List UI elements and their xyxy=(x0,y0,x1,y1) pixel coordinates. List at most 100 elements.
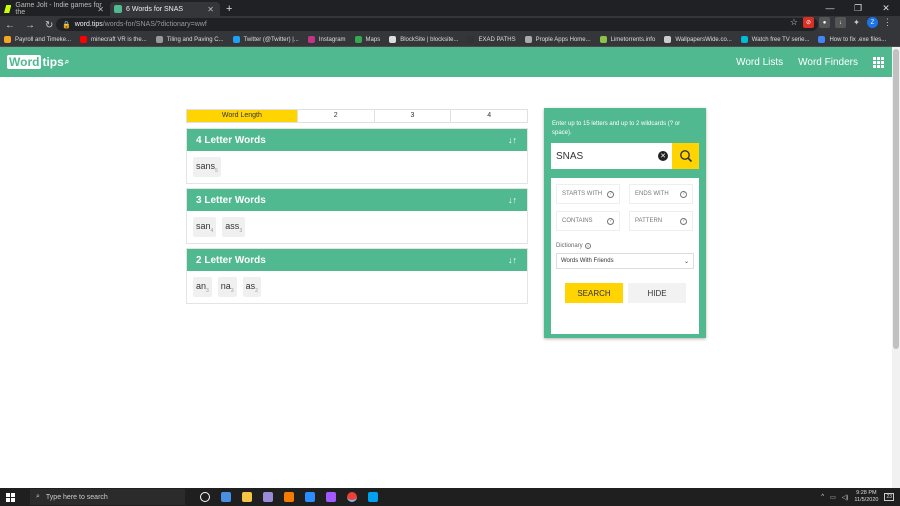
minimize-icon[interactable]: — xyxy=(816,0,844,16)
clear-icon[interactable]: ✕ xyxy=(658,151,668,161)
word-text: sans xyxy=(196,161,216,172)
bookmark-item[interactable]: Limetorrents.info xyxy=(599,36,655,43)
group-header[interactable]: 4 Letter Words ↓↑ xyxy=(187,129,527,151)
bookmark-item[interactable]: EXAD PATHS xyxy=(467,36,516,43)
bookmark-item[interactable]: BlockSite | blocksite... xyxy=(389,36,458,43)
dictionary-select[interactable]: Words With Friends ⌄ xyxy=(556,253,694,269)
length-option-2[interactable]: 2 xyxy=(296,110,374,122)
volume-icon[interactable]: ◁) xyxy=(842,494,849,501)
bookmark-item[interactable]: Payroll and Timeke... xyxy=(4,36,71,43)
taskbar-search[interactable]: ⌕ Type here to search xyxy=(30,489,185,505)
file-explorer-icon[interactable] xyxy=(242,492,252,502)
help-icon[interactable]: ? xyxy=(607,190,614,198)
help-icon[interactable]: ? xyxy=(680,217,687,225)
sort-icon[interactable]: ↓↑ xyxy=(508,135,517,145)
bookmark-label: BlockSite | blocksite... xyxy=(400,36,459,43)
puzzle-extensions-icon[interactable]: ✦ xyxy=(851,17,862,28)
sort-icon[interactable]: ↓↑ xyxy=(508,255,517,265)
close-tab-icon[interactable]: ✕ xyxy=(97,5,104,14)
zoom-icon[interactable] xyxy=(305,492,315,502)
vlc-icon[interactable] xyxy=(284,492,294,502)
starts-with-field[interactable]: STARTS WITH? xyxy=(556,184,620,204)
bookmark-item[interactable]: WallpapersWide.co... xyxy=(664,36,732,43)
bookmark-favicon-icon xyxy=(467,36,475,43)
forward-icon[interactable]: → xyxy=(25,20,35,31)
pattern-field[interactable]: PATTERN? xyxy=(629,211,693,231)
word-score: 5 xyxy=(215,167,218,174)
bookmark-item[interactable]: minecraft VR is the... xyxy=(80,36,147,43)
mic-extension-icon[interactable]: ● xyxy=(819,17,830,28)
advanced-filters: STARTS WITH? ENDS WITH? CONTAINS? PATTER… xyxy=(551,178,699,334)
scrollbar-thumb[interactable] xyxy=(893,49,899,349)
notifications-icon[interactable]: 23 xyxy=(884,493,894,501)
word-chip[interactable]: as2 xyxy=(242,277,261,297)
close-tab-icon[interactable]: ✕ xyxy=(207,5,214,14)
length-option-4[interactable]: 4 xyxy=(450,110,527,122)
tab-word-tips[interactable]: 6 Words for SNAS ✕ xyxy=(110,2,220,16)
back-icon[interactable]: ← xyxy=(5,20,15,31)
search-button[interactable]: SEARCH xyxy=(565,283,623,303)
app-icon[interactable] xyxy=(263,492,273,502)
logo-word: Word xyxy=(7,55,42,69)
sort-icon[interactable]: ↓↑ xyxy=(508,195,517,205)
group-header[interactable]: 2 Letter Words ↓↑ xyxy=(187,249,527,271)
bookmark-item[interactable]: Instagram xyxy=(307,36,346,43)
bookmark-item[interactable]: Twitter (@Twitter) |... xyxy=(232,36,299,43)
profile-avatar[interactable]: Z xyxy=(867,17,878,28)
bookmark-item[interactable]: Tiling and Paving C... xyxy=(155,36,224,43)
tab-game-jolt[interactable]: Game Jolt - Indie games for the ✕ xyxy=(0,2,110,16)
length-option-3[interactable]: 3 xyxy=(373,110,451,122)
url-path: /words-for/SNAS/?dictionary=wwf xyxy=(102,21,207,28)
star-icon[interactable]: ☆ xyxy=(790,17,798,28)
bookmark-item[interactable]: Prople Apps Home... xyxy=(524,36,591,43)
bookmark-favicon-icon xyxy=(389,36,397,43)
help-icon[interactable]: ? xyxy=(680,190,687,198)
page-scrollbar[interactable] xyxy=(892,47,900,488)
search-box: SNAS ✕ xyxy=(551,143,699,169)
group-header[interactable]: 3 Letter Words ↓↑ xyxy=(187,189,527,211)
photos-icon[interactable] xyxy=(368,492,378,502)
network-icon[interactable]: ▭ xyxy=(830,494,836,501)
blocksite-extension-icon[interactable]: ⊘ xyxy=(803,17,814,28)
word-chip[interactable]: na3 xyxy=(217,277,237,297)
close-window-icon[interactable]: ✕ xyxy=(872,0,900,16)
new-tab-icon[interactable]: + xyxy=(226,2,232,16)
word-text: an xyxy=(196,281,207,292)
lock-icon[interactable]: 🔒 xyxy=(62,21,71,29)
nav-word-lists[interactable]: Word Lists xyxy=(736,57,783,68)
chrome-icon[interactable] xyxy=(347,492,357,502)
letters-input[interactable]: SNAS ✕ xyxy=(551,143,672,169)
word-chip[interactable]: an3 xyxy=(193,277,212,297)
word-chip[interactable]: sans5 xyxy=(193,157,221,177)
word-chip[interactable]: san4 xyxy=(193,217,217,237)
word-chip[interactable]: ass3 xyxy=(222,217,246,237)
contains-field[interactable]: CONTAINS? xyxy=(556,211,620,231)
taskbar-apps xyxy=(200,492,378,502)
clock[interactable]: 9:28 PM 11/5/2020 xyxy=(854,490,878,504)
menu-kebab-icon[interactable]: ⋮ xyxy=(883,17,892,28)
hide-button[interactable]: HIDE xyxy=(628,283,686,303)
url-bar[interactable]: 🔒 word.tips /words-for/SNAS/?dictionary=… xyxy=(56,18,818,31)
bookmark-item[interactable]: How to fix .exe files... xyxy=(818,36,886,43)
bookmark-item[interactable]: Maps xyxy=(354,36,380,43)
cortana-icon[interactable] xyxy=(221,492,231,502)
help-icon[interactable]: ? xyxy=(607,217,614,225)
site-logo[interactable]: Word tips ⌕ xyxy=(7,55,69,69)
download-extension-icon[interactable]: ↓ xyxy=(835,17,846,28)
magnifier-logo-icon: ⌕ xyxy=(64,57,70,66)
nav-word-finders[interactable]: Word Finders xyxy=(798,57,858,68)
ends-with-field[interactable]: ENDS WITH? xyxy=(629,184,693,204)
pattern-label: PATTERN xyxy=(635,218,663,224)
letters-input-value: SNAS xyxy=(556,150,584,162)
bookmark-item[interactable]: Watch free TV serie... xyxy=(740,36,809,43)
help-icon[interactable]: ? xyxy=(584,243,591,249)
messenger-icon[interactable] xyxy=(326,492,336,502)
windows-start-icon[interactable] xyxy=(6,492,20,502)
reload-icon[interactable]: ↻ xyxy=(45,20,53,31)
maximize-icon[interactable]: ❐ xyxy=(844,0,872,16)
tray-chevron-icon[interactable]: ^ xyxy=(821,494,824,500)
word-text: na xyxy=(220,281,231,292)
task-view-icon[interactable] xyxy=(200,492,210,502)
apps-grid-icon[interactable] xyxy=(873,56,884,68)
search-icon-button[interactable] xyxy=(672,143,699,169)
